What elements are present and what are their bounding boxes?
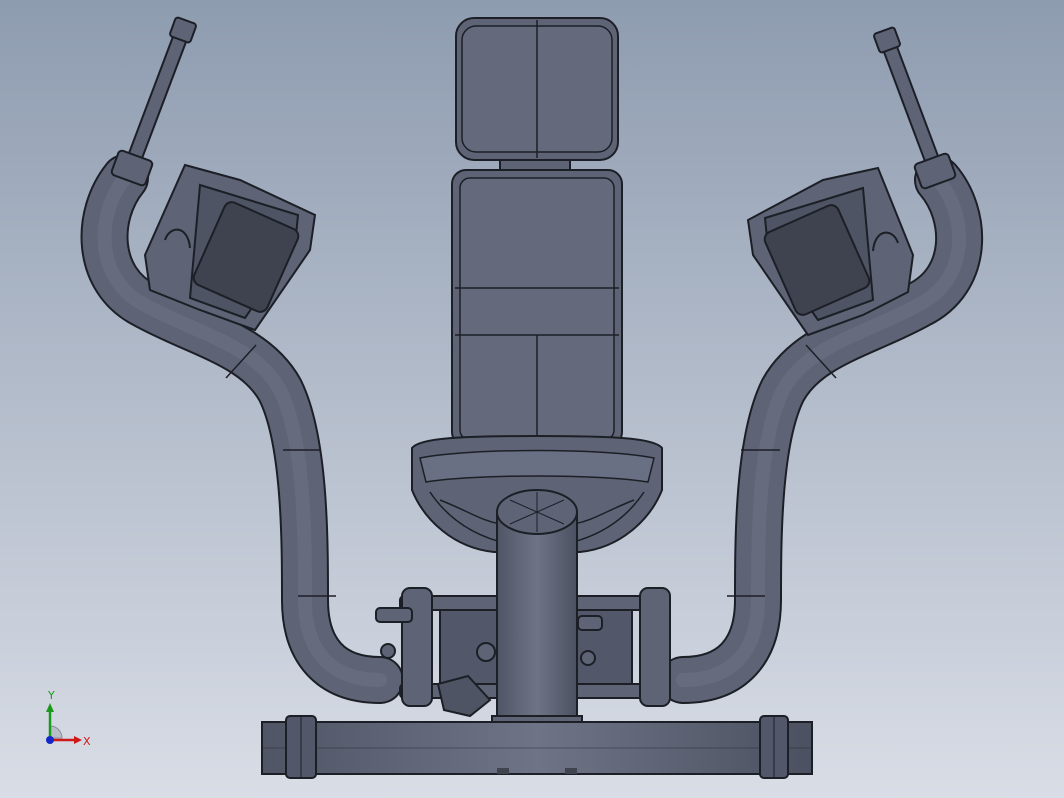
reference-triad: Y X [36,690,106,758]
graphics-viewport[interactable]: Y X [0,0,1064,798]
x-axis-label: X [83,735,91,748]
y-axis-label: Y [48,689,55,702]
triad-axes-icon [46,703,82,744]
left-arm[interactable] [80,16,404,704]
base-frame[interactable] [261,715,813,779]
z-axis-dot [46,736,54,744]
exercise-machine-model[interactable] [0,0,1064,798]
headrest-pad[interactable] [455,17,619,179]
back-pad[interactable] [451,169,623,447]
seat-post[interactable] [491,489,583,731]
right-arm[interactable] [659,26,984,704]
